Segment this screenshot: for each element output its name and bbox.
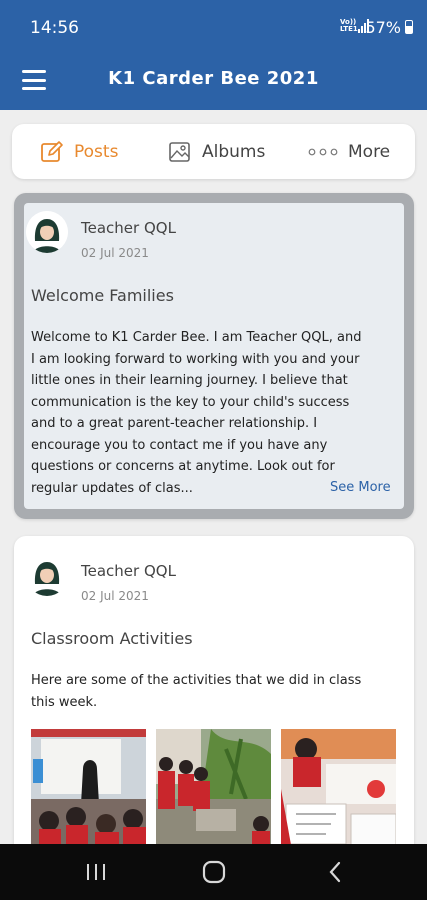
- tab-posts-label: Posts: [74, 141, 119, 162]
- classroom-group-photo[interactable]: [31, 729, 146, 856]
- avatar: [26, 211, 68, 253]
- post-body: Here are some of the activities that we …: [31, 673, 362, 710]
- tab-more-label: More: [348, 141, 391, 162]
- post-date: 02 Jul 2021: [81, 589, 149, 603]
- post-body: Welcome to K1 Carder Bee. I am Teacher Q…: [31, 330, 362, 496]
- battery-icon: [405, 20, 413, 34]
- recent-apps-icon[interactable]: [66, 844, 126, 900]
- tab-albums[interactable]: Albums: [168, 124, 265, 179]
- page-title: K1 Carder Bee 2021: [108, 68, 319, 89]
- status-bar: 14:56 Vo)) LTE1 57%: [0, 0, 427, 56]
- avatar: [26, 554, 68, 596]
- battery-percentage: 57%: [365, 18, 401, 37]
- network-label: Vo)) LTE1: [340, 18, 358, 33]
- tab-bar: Posts Albums More: [12, 124, 415, 179]
- post-date: 02 Jul 2021: [81, 246, 149, 260]
- edit-icon: [41, 140, 63, 162]
- post-title: Classroom Activities: [31, 629, 193, 648]
- post-card[interactable]: Teacher QQL 02 Jul 2021 Welcome Families…: [14, 193, 414, 519]
- home-icon[interactable]: [184, 844, 244, 900]
- more-dots-icon: [308, 148, 338, 155]
- tab-albums-label: Albums: [202, 141, 266, 162]
- photo-album-icon: [169, 141, 190, 162]
- app-header: K1 Carder Bee 2021: [0, 56, 427, 110]
- outdoor-garden-photo[interactable]: [156, 729, 271, 856]
- post-author: Teacher QQL: [81, 219, 176, 237]
- status-time: 14:56: [30, 18, 79, 38]
- tab-posts[interactable]: Posts: [40, 124, 118, 179]
- system-nav-bar: [0, 844, 427, 900]
- post-title: Welcome Families: [31, 286, 174, 305]
- photo-strip: [31, 729, 397, 856]
- see-more-link[interactable]: See More: [330, 480, 391, 495]
- tab-more[interactable]: More: [308, 124, 390, 179]
- post-card[interactable]: Teacher QQL 02 Jul 2021 Classroom Activi…: [14, 536, 414, 856]
- table-writing-photo[interactable]: [281, 729, 396, 856]
- back-icon[interactable]: [305, 844, 365, 900]
- post-author: Teacher QQL: [81, 562, 176, 580]
